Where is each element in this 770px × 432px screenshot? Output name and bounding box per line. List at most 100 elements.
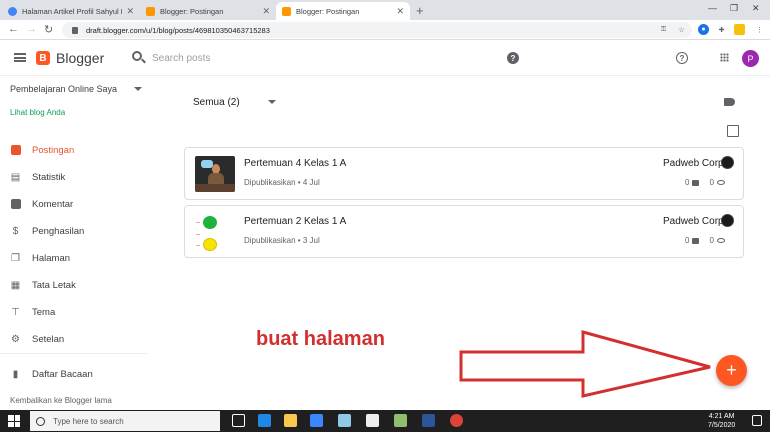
browser-tab-strip: Halaman Artikel Profil Sahyul Pa ✕ Blogg… (0, 0, 770, 20)
views-icon (716, 238, 725, 243)
site-favicon-icon (8, 6, 17, 16)
file-explorer-icon[interactable] (284, 414, 297, 427)
sidebar: Pembelajaran Online Saya Lihat blog Anda… (0, 76, 150, 408)
post-stats: 0 0 (685, 236, 725, 245)
label-icon[interactable] (724, 98, 735, 106)
star-icon[interactable]: ☆ (676, 24, 687, 35)
sidebar-item-posts[interactable]: Postingan (0, 138, 148, 162)
puzzle-icon[interactable]: ✚ (716, 24, 727, 35)
hamburger-menu-icon[interactable] (14, 53, 26, 62)
post-author: Padweb Corp (663, 216, 724, 227)
chevron-down-icon[interactable] (268, 100, 276, 104)
stats-icon: ▤ (10, 171, 21, 183)
sidebar-item-stats[interactable]: ▤ Statistik (0, 165, 148, 189)
post-filter-dropdown[interactable]: Semua (2) (193, 97, 240, 108)
pages-icon: ❐ (11, 252, 20, 264)
post-title[interactable]: Pertemuan 4 Kelas 1 A (244, 158, 346, 169)
annotation-text: buat halaman (256, 328, 385, 350)
close-tab-icon[interactable]: ✕ (262, 6, 270, 17)
lock-icon (72, 26, 78, 34)
browser-tab[interactable]: Halaman Artikel Profil Sahyul Pa ✕ (2, 2, 140, 20)
search-icon[interactable] (132, 51, 142, 61)
comment-count-icon (692, 179, 700, 186)
video-editor-icon[interactable] (366, 414, 379, 427)
post-row[interactable]: Pertemuan 4 Kelas 1 A Dipublikasikan • 4… (184, 147, 744, 200)
key-icon[interactable]: ⚿ (658, 24, 669, 35)
new-post-fab-button[interactable]: + (716, 355, 747, 386)
windows-taskbar: Type here to search 4:21 AM 7/5/2020 (0, 410, 770, 432)
blogger-favicon-icon (146, 6, 155, 16)
comment-count-icon (692, 237, 700, 244)
sidebar-item-layout[interactable]: ▦ Tata Letak (0, 273, 148, 297)
sidebar-divider (0, 353, 148, 354)
forward-icon[interactable]: → (26, 23, 37, 35)
chrome-icon[interactable] (450, 414, 463, 427)
close-tab-icon[interactable]: ✕ (126, 6, 134, 17)
close-tab-icon[interactable]: ✕ (396, 6, 404, 17)
app-icon[interactable] (338, 414, 351, 427)
layout-icon: ▦ (10, 279, 21, 291)
search-input[interactable] (152, 50, 402, 66)
sidebar-item-comments[interactable]: Komentar (0, 192, 148, 216)
post-stats: 0 0 (685, 178, 725, 187)
annotation-arrow-icon (459, 330, 711, 398)
post-row[interactable]: Pertemuan 2 Kelas 1 A Dipublikasikan • 3… (184, 205, 744, 258)
sidebar-item-theme[interactable]: ⊤ Tema (0, 300, 148, 324)
dollar-icon: $ (12, 225, 19, 237)
posts-icon (10, 145, 21, 156)
help-outline-icon[interactable]: ? (676, 52, 688, 64)
notification-icon[interactable] (752, 415, 762, 426)
author-avatar (721, 156, 734, 169)
edge-icon[interactable] (258, 414, 271, 427)
taskbar-clock[interactable]: 4:21 AM 7/5/2020 (708, 412, 735, 430)
post-status: Dipublikasikan • 4 Jul (244, 178, 320, 187)
post-title[interactable]: Pertemuan 2 Kelas 1 A (244, 216, 346, 227)
select-all-checkbox[interactable] (727, 125, 739, 137)
sidebar-item-earnings[interactable]: $ Penghasilan (0, 219, 148, 243)
sidebar-item-reading-list[interactable]: ▮ Daftar Bacaan (0, 362, 148, 386)
apps-grid-icon[interactable] (720, 53, 729, 62)
browser-tab[interactable]: Blogger: Postingan ✕ (140, 2, 276, 20)
windows-start-icon[interactable] (8, 415, 20, 427)
blog-selector[interactable]: Pembelajaran Online Saya (10, 84, 117, 94)
legacy-blogger-link[interactable]: Kembalikan ke Blogger lama (10, 396, 112, 405)
menu-kebab-icon[interactable]: ⋮ (754, 24, 765, 35)
avatar[interactable]: P (742, 50, 759, 67)
help-icon[interactable]: ? (507, 52, 519, 64)
post-thumbnail (195, 156, 235, 192)
close-window-icon[interactable]: ✕ (752, 3, 760, 14)
word-icon[interactable] (422, 414, 435, 427)
post-author: Padweb Corp (663, 158, 724, 169)
back-icon[interactable]: ← (8, 23, 19, 35)
new-tab-button[interactable]: + (416, 3, 424, 18)
taskbar-search-field[interactable]: Type here to search (30, 411, 220, 431)
views-icon (716, 180, 725, 185)
minimize-icon[interactable]: — (708, 3, 717, 13)
reload-icon[interactable]: ↻ (44, 23, 53, 36)
comment-icon (10, 199, 21, 210)
blogger-logo-icon: B (36, 51, 50, 65)
chevron-down-icon[interactable] (134, 87, 142, 91)
blogger-header: B Blogger ? ? P (0, 40, 770, 76)
sidebar-item-pages[interactable]: ❐ Halaman (0, 246, 148, 270)
restore-icon[interactable]: ❐ (730, 3, 738, 14)
address-bar-row: ← → ↻ draft.blogger.com/u/1/blog/posts/4… (0, 20, 770, 40)
app-icon[interactable] (394, 414, 407, 427)
url-field[interactable]: draft.blogger.com/u/1/blog/posts/4698103… (62, 22, 692, 38)
gear-icon: ⚙ (11, 333, 20, 345)
view-blog-link[interactable]: Lihat blog Anda (10, 108, 65, 117)
paint-roller-icon: ⊤ (11, 306, 20, 318)
post-status: Dipublikasikan • 3 Jul (244, 236, 320, 245)
blogger-favicon-icon (282, 6, 291, 16)
task-view-icon[interactable] (232, 414, 245, 427)
author-avatar (721, 214, 734, 227)
browser-tab-active[interactable]: Blogger: Postingan ✕ (276, 2, 410, 20)
profile-extension-icon[interactable] (734, 24, 745, 35)
extension-icon[interactable]: ● (698, 24, 709, 35)
brand-name: Blogger (56, 50, 105, 66)
sidebar-item-settings[interactable]: ⚙ Setelan (0, 327, 148, 351)
bookmark-icon: ▮ (12, 368, 19, 380)
store-icon[interactable] (310, 414, 323, 427)
post-thumbnail (195, 214, 235, 251)
cortana-icon (36, 416, 45, 426)
